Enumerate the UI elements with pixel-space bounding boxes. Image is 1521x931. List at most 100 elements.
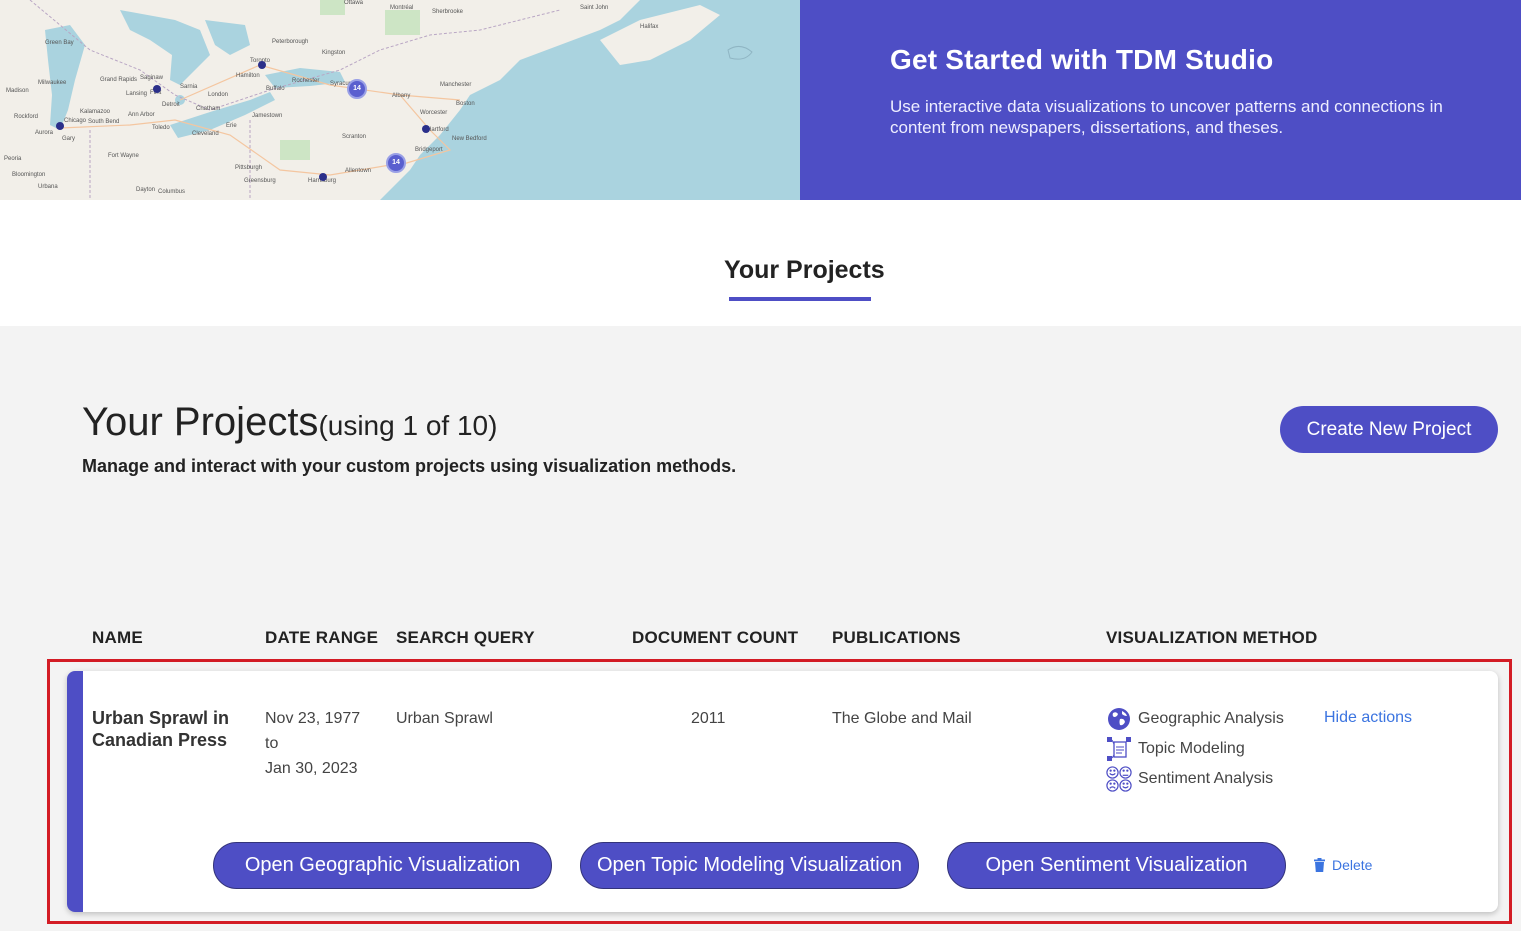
- date-range-separator: to: [265, 735, 279, 752]
- delete-project-button[interactable]: Delete: [1314, 857, 1372, 873]
- faces-icon: [1106, 766, 1132, 792]
- project-publications: The Globe and Mail: [832, 710, 972, 727]
- map-city-label: Saginaw: [140, 75, 164, 81]
- map-city-label: Urbana: [38, 184, 58, 190]
- map-marker[interactable]: [56, 122, 64, 130]
- column-header-search-query: SEARCH QUERY: [396, 628, 535, 647]
- map-city-label: Rockford: [14, 114, 39, 120]
- map-city-label: Pittsburgh: [235, 165, 263, 171]
- map-city-label: Scranton: [342, 134, 367, 140]
- map-city-label: Chatham: [196, 106, 221, 112]
- map-city-label: Columbus: [158, 189, 186, 195]
- map-city-label: Lansing: [126, 91, 148, 97]
- map-city-label: Hartford: [427, 127, 449, 133]
- visualization-method-geographic: Geographic Analysis: [1106, 706, 1284, 732]
- map-marker[interactable]: [153, 85, 161, 93]
- map-city-label: Saint John: [580, 5, 609, 11]
- projects-subtitle: Manage and interact with your custom pro…: [82, 456, 737, 476]
- column-header-date-range: DATE RANGE: [265, 628, 379, 647]
- map-city-label: Grand Rapids: [100, 77, 138, 83]
- map-city-label: Hamilton: [236, 73, 260, 79]
- projects-title: Your Projects: [82, 400, 319, 444]
- map-city-label: South Bend: [88, 119, 120, 125]
- map-city-label: Toledo: [152, 125, 170, 131]
- map-city-label: Allentown: [345, 168, 372, 174]
- create-new-project-button[interactable]: Create New Project: [1280, 406, 1498, 453]
- map-marker[interactable]: [422, 125, 430, 133]
- map-city-label: Dayton: [136, 187, 156, 193]
- map-city-label: Bridgeport: [415, 147, 443, 153]
- visualization-method-label: Topic Modeling: [1138, 740, 1245, 757]
- map-city-label: Green Bay: [45, 40, 74, 46]
- map-city-label: Boston: [456, 101, 475, 107]
- hero-banner: Ottawa Montréal Sherbrooke Saint John Ha…: [0, 0, 1521, 200]
- tab-strip: Your Projects: [0, 200, 1521, 326]
- open-sentiment-visualization-button[interactable]: Open Sentiment Visualization: [947, 842, 1286, 889]
- hero-panel: Get Started with TDM Studio Use interact…: [800, 0, 1521, 200]
- map-city-label: Gary: [62, 136, 76, 142]
- map-city-label: Greensburg: [244, 178, 276, 184]
- map-marker[interactable]: [258, 61, 266, 69]
- map-city-label: Peoria: [4, 156, 22, 162]
- map-city-label: Halifax: [640, 24, 659, 30]
- map-cluster-marker[interactable]: 14: [347, 79, 367, 99]
- visualization-method-label: Geographic Analysis: [1138, 710, 1284, 727]
- map-city-label: Montréal: [390, 5, 414, 11]
- map-city-label: Aurora: [35, 130, 54, 136]
- project-search-query: Urban Sprawl: [396, 710, 493, 727]
- globe-icon: [1106, 706, 1132, 732]
- column-header-publications: PUBLICATIONS: [832, 628, 961, 647]
- hero-description: Use interactive data visualizations to u…: [890, 97, 1443, 137]
- map-city-label: Sarnia: [180, 84, 198, 90]
- delete-label: Delete: [1332, 857, 1373, 873]
- map-city-label: Manchester: [440, 82, 472, 88]
- project-row-accent: [67, 671, 83, 912]
- project-row: Urban Sprawl in Canadian Press Nov 23, 1…: [67, 671, 1498, 912]
- map-marker[interactable]: [319, 173, 327, 181]
- map-city-label: Rochester: [292, 78, 320, 84]
- visualization-method-topic-modeling: Topic Modeling: [1106, 736, 1245, 762]
- map-city-label: Ottawa: [344, 0, 364, 6]
- open-geographic-visualization-button[interactable]: Open Geographic Visualization: [213, 842, 552, 889]
- map-city-label: Bloomington: [12, 172, 46, 178]
- map-city-label: Peterborough: [272, 39, 309, 45]
- map-city-label: Buffalo: [266, 86, 285, 92]
- projects-heading: Your Projects(using 1 of 10): [82, 400, 497, 445]
- map-city-label: Milwaukee: [38, 80, 67, 86]
- map-city-label: Detroit: [162, 102, 180, 108]
- map-city-label: Worcester: [420, 110, 448, 116]
- column-header-name: NAME: [92, 628, 143, 647]
- map-city-label: Chicago: [64, 118, 87, 124]
- map-city-label: Sherbrooke: [432, 9, 464, 15]
- map-city-label: Cleveland: [192, 131, 219, 137]
- visualization-method-label: Sentiment Analysis: [1138, 770, 1274, 787]
- hide-actions-link[interactable]: Hide actions: [1324, 709, 1412, 727]
- date-range-end: Jan 30, 2023: [265, 760, 358, 777]
- column-header-document-count: DOCUMENT COUNT: [632, 628, 799, 647]
- map-city-label: Albany: [392, 93, 411, 99]
- map-city-label: London: [208, 92, 229, 98]
- map-cluster-marker[interactable]: 14: [386, 153, 406, 173]
- map-city-label: Fort Wayne: [108, 153, 139, 159]
- project-name: Urban Sprawl in Canadian Press: [92, 708, 230, 750]
- open-topic-modeling-visualization-button[interactable]: Open Topic Modeling Visualization: [580, 842, 919, 889]
- trash-icon: [1314, 858, 1325, 872]
- tab-your-projects[interactable]: Your Projects: [724, 256, 885, 285]
- active-tab-indicator: [729, 297, 871, 301]
- project-document-count: 2011: [691, 710, 726, 727]
- map-city-label: Kingston: [322, 50, 346, 56]
- topic-network-icon: [1106, 736, 1132, 762]
- visualization-method-sentiment: Sentiment Analysis: [1106, 766, 1273, 792]
- map-preview[interactable]: Ottawa Montréal Sherbrooke Saint John Ha…: [0, 0, 800, 200]
- map-city-label: Kalamazoo: [80, 109, 111, 115]
- map-city-label: Ann Arbor: [128, 112, 155, 118]
- project-date-range: Nov 23, 1977 to Jan 30, 2023: [265, 706, 360, 781]
- map-city-label: Madison: [6, 88, 29, 94]
- map-city-label: New Bedford: [452, 136, 487, 142]
- map-city-label: Jamestown: [252, 113, 283, 119]
- map-city-label: Erie: [226, 123, 237, 129]
- hero-title: Get Started with TDM Studio: [890, 44, 1274, 75]
- column-header-visualization-method: VISUALIZATION METHOD: [1106, 628, 1318, 647]
- date-range-start: Nov 23, 1977: [265, 710, 361, 727]
- projects-usage-count: (using 1 of 10): [318, 410, 498, 441]
